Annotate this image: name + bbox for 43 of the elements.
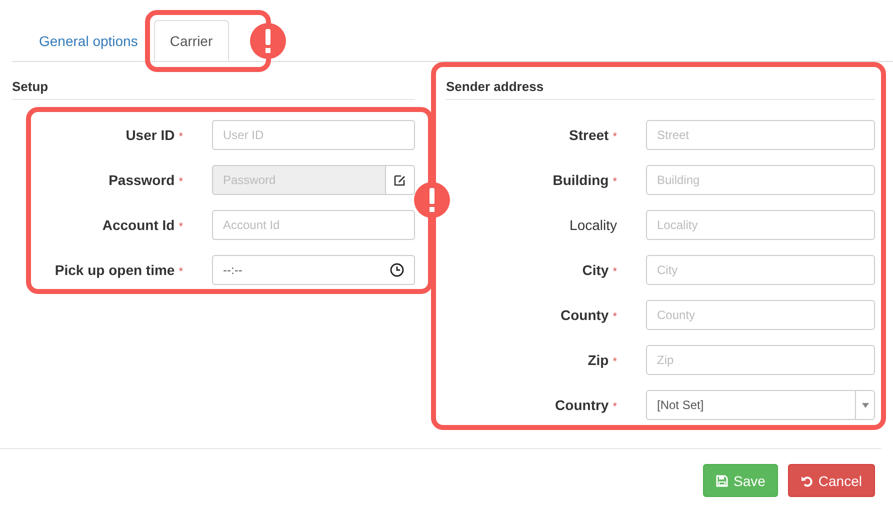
field-label: Street	[569, 127, 609, 143]
required-mark: *	[178, 221, 183, 233]
required-mark: *	[612, 311, 617, 323]
text-field[interactable]: Street	[646, 120, 875, 150]
country-dropdown[interactable]: [Not Set]	[646, 390, 875, 420]
required-mark: *	[178, 266, 183, 278]
field-label: Pick up open time	[54, 262, 175, 278]
text-field[interactable]: Account Id	[212, 210, 415, 240]
field-label: Account Id	[102, 217, 175, 233]
field-label: Locality	[570, 217, 617, 233]
field-label: City	[582, 262, 609, 278]
field-label: County	[560, 307, 609, 323]
time-field[interactable]: --:--	[212, 255, 415, 285]
text-field[interactable]: County	[646, 300, 875, 330]
field-label: User ID	[126, 127, 175, 143]
tab[interactable]: General options	[23, 20, 154, 61]
edit-button[interactable]	[386, 165, 415, 195]
field-label: Country	[555, 397, 609, 413]
alert-icon	[250, 23, 286, 59]
text-field[interactable]: City	[646, 255, 875, 285]
field-label: Password	[108, 172, 175, 188]
required-mark: *	[612, 266, 617, 278]
caret-icon	[862, 402, 868, 408]
edit-icon	[394, 174, 406, 186]
text-field[interactable]: User ID	[212, 120, 415, 150]
required-mark: *	[612, 131, 617, 143]
tab[interactable]: Carrier	[154, 20, 229, 61]
text-field[interactable]: Building	[646, 165, 875, 195]
required-mark: *	[612, 356, 617, 368]
cancel-button[interactable]: Cancel	[788, 464, 875, 497]
required-mark: *	[178, 131, 183, 143]
required-mark: *	[612, 176, 617, 188]
required-mark: *	[178, 176, 183, 188]
save-icon	[716, 474, 728, 486]
field-label: Building	[552, 172, 609, 188]
required-mark: *	[612, 401, 617, 413]
text-field[interactable]: Zip	[646, 345, 875, 375]
clock-icon	[390, 263, 404, 277]
undo-icon	[801, 474, 814, 486]
section-heading: Setup	[12, 79, 415, 100]
text-field[interactable]: Locality	[646, 210, 875, 240]
section-heading: Sender address	[446, 79, 875, 100]
field-label: Zip	[588, 352, 609, 368]
